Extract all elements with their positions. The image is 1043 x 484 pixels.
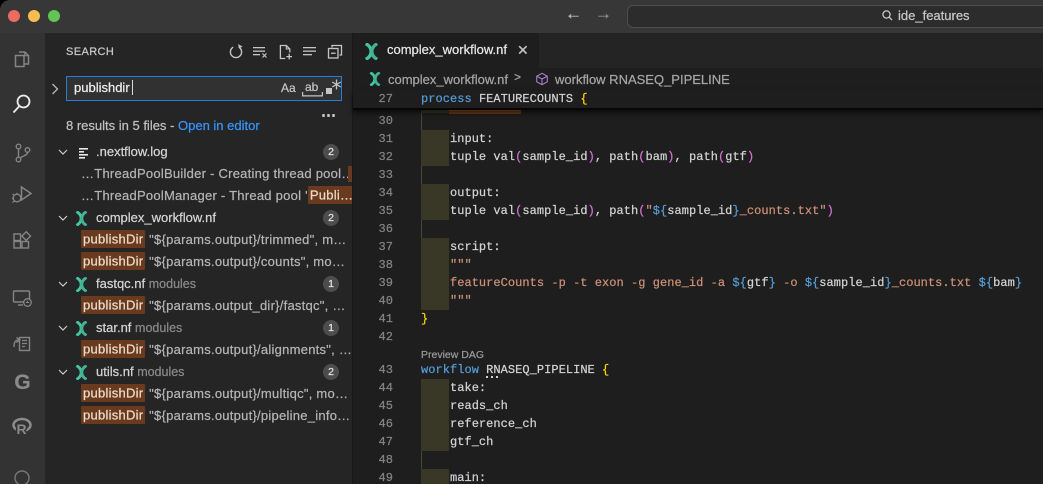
svg-text:R: R: [17, 421, 27, 437]
